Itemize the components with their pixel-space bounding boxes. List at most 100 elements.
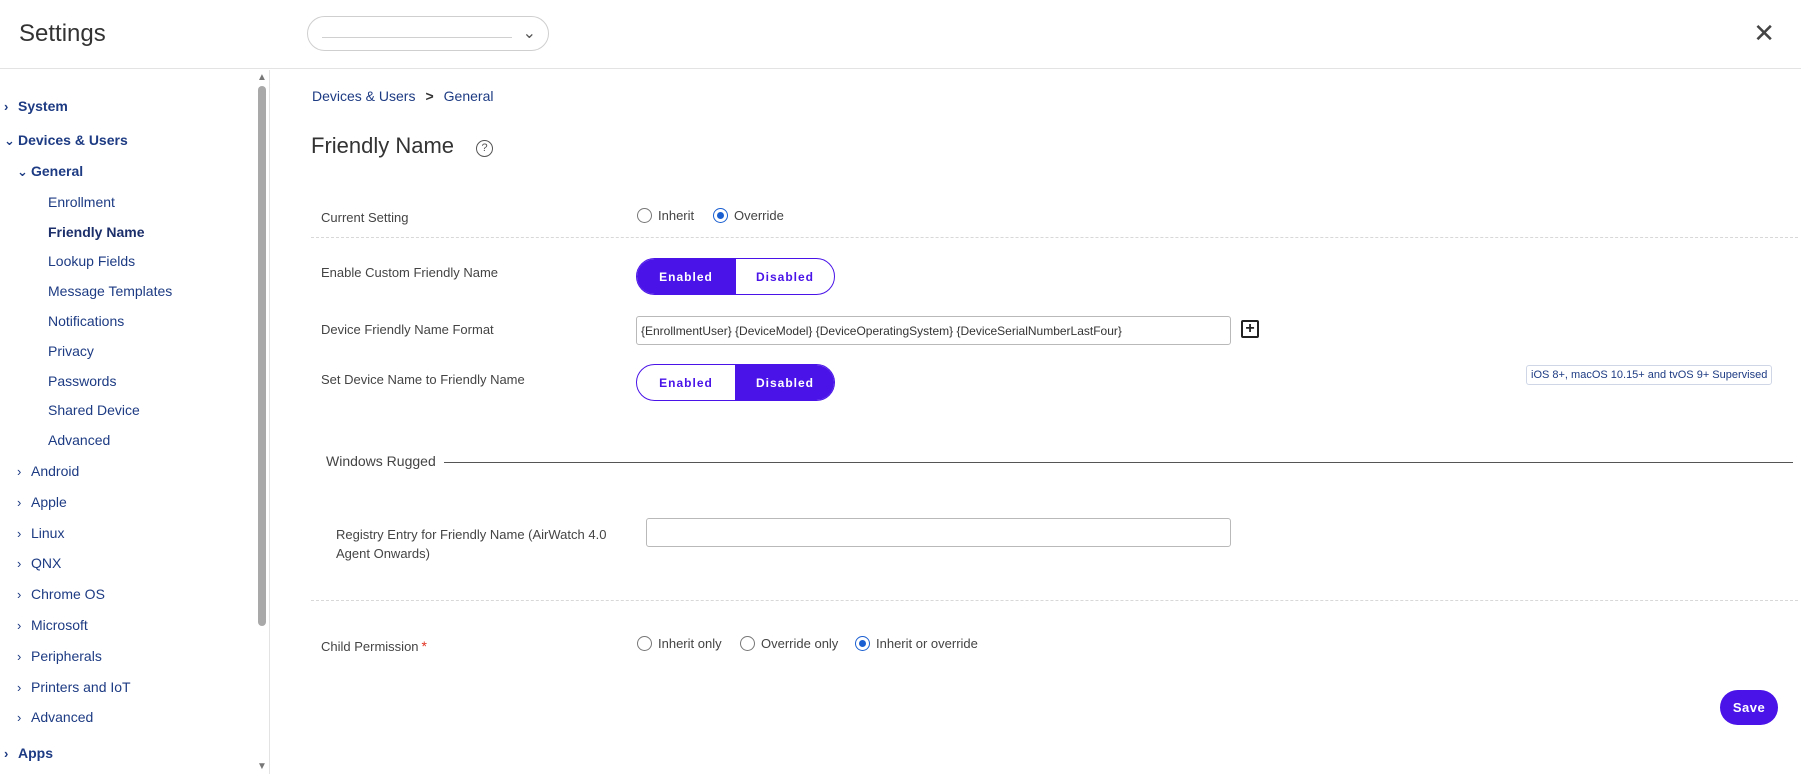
current-setting-label: Current Setting bbox=[321, 210, 409, 225]
chevron-right-icon: › bbox=[17, 526, 22, 541]
sidebar-item-system[interactable]: › System bbox=[4, 98, 68, 114]
windows-rugged-section-title: Windows Rugged bbox=[326, 453, 436, 469]
set-device-name-enabled-button[interactable]: Enabled bbox=[637, 365, 735, 400]
sidebar-item-general[interactable]: ⌄ General bbox=[17, 163, 83, 180]
radio-label: Inherit or override bbox=[876, 636, 978, 651]
sidebar-item-devices-users[interactable]: ⌄ Devices & Users bbox=[4, 132, 128, 149]
radio-label: Override only bbox=[761, 636, 839, 651]
sidebar-item-label: Microsoft bbox=[31, 617, 88, 633]
friendly-name-format-input[interactable]: {EnrollmentUser} {DeviceModel} {DeviceOp… bbox=[636, 316, 1231, 345]
add-lookup-icon[interactable]: + bbox=[1241, 320, 1259, 338]
chevron-right-icon: › bbox=[17, 464, 22, 479]
sidebar-item-notifications[interactable]: Notifications bbox=[48, 313, 124, 329]
chevron-right-icon: › bbox=[4, 746, 9, 761]
page-title: Friendly Name bbox=[311, 133, 455, 158]
radio-inherit-or-override[interactable]: Inherit or override bbox=[855, 636, 978, 651]
sidebar-item-printers-iot[interactable]: › Printers and IoT bbox=[17, 679, 131, 695]
chevron-right-icon: › bbox=[17, 618, 22, 633]
settings-sidebar: › System ⌄ Devices & Users ⌄ General Enroll… bbox=[0, 70, 270, 774]
enable-custom-disabled-button[interactable]: Disabled bbox=[735, 259, 834, 294]
divider bbox=[311, 237, 1798, 238]
registry-entry-label-line2: Agent Onwards) bbox=[336, 546, 430, 561]
close-icon[interactable]: ✕ bbox=[1753, 20, 1775, 46]
divider bbox=[311, 600, 1798, 601]
sidebar-item-label: Apple bbox=[31, 494, 67, 510]
set-device-name-label: Set Device Name to Friendly Name bbox=[321, 372, 525, 387]
sidebar-item-label: Peripherals bbox=[31, 648, 102, 664]
chevron-right-icon: › bbox=[4, 99, 9, 114]
sidebar-item-friendly-name[interactable]: Friendly Name bbox=[48, 224, 144, 240]
radio-inherit-only[interactable]: Inherit only bbox=[637, 636, 722, 651]
radio-override-only[interactable]: Override only bbox=[740, 636, 838, 651]
sidebar-item-peripherals[interactable]: › Peripherals bbox=[17, 648, 102, 664]
sidebar-item-shared-device[interactable]: Shared Device bbox=[48, 402, 140, 418]
sidebar-item-android[interactable]: › Android bbox=[17, 463, 79, 479]
scrollbar-thumb[interactable] bbox=[258, 86, 266, 626]
breadcrumb-parent[interactable]: Devices & Users bbox=[312, 88, 415, 104]
radio-label: Override bbox=[734, 208, 784, 223]
sidebar-item-privacy[interactable]: Privacy bbox=[48, 343, 94, 359]
breadcrumb-current[interactable]: General bbox=[444, 88, 494, 104]
help-icon[interactable]: ? bbox=[476, 140, 493, 157]
sidebar-item-label: Android bbox=[31, 463, 80, 479]
sidebar-scrollbar[interactable]: ▲ ▼ bbox=[256, 70, 268, 774]
set-device-name-toggle: Enabled Disabled bbox=[636, 364, 835, 401]
chevron-down-icon: ⌄ bbox=[17, 164, 28, 179]
radio-inherit[interactable]: Inherit bbox=[637, 208, 694, 223]
sidebar-item-message-templates[interactable]: Message Templates bbox=[48, 283, 172, 299]
radio-label: Inherit bbox=[658, 208, 695, 223]
sidebar-item-apple[interactable]: › Apple bbox=[17, 494, 67, 510]
chevron-right-icon: › bbox=[17, 710, 22, 725]
registry-entry-label-line1: Registry Entry for Friendly Name (AirWat… bbox=[336, 527, 607, 542]
radio-circle bbox=[637, 208, 652, 223]
sidebar-item-label: System bbox=[18, 98, 68, 114]
chevron-down-icon: ⌄ bbox=[522, 25, 536, 42]
section-divider bbox=[444, 462, 1793, 463]
sidebar-item-apps[interactable]: › Apps bbox=[4, 745, 53, 761]
radio-label: Inherit only bbox=[658, 636, 722, 651]
radio-circle-selected bbox=[855, 636, 870, 651]
required-marker: * bbox=[421, 638, 427, 654]
sidebar-item-linux[interactable]: › Linux bbox=[17, 525, 64, 541]
registry-entry-input[interactable] bbox=[646, 518, 1231, 547]
sidebar-item-label: QNX bbox=[31, 555, 62, 571]
chevron-down-icon: ⌄ bbox=[4, 133, 15, 148]
sidebar-item-label: Devices & Users bbox=[18, 132, 128, 148]
radio-circle bbox=[637, 636, 652, 651]
sidebar-item-qnx[interactable]: › QNX bbox=[17, 555, 61, 571]
settings-header: Settings ⌄ ✕ bbox=[0, 0, 1801, 69]
scroll-up-icon[interactable]: ▲ bbox=[257, 72, 267, 83]
child-permission-label: Child Permission * bbox=[321, 638, 427, 654]
registry-entry-label: Registry Entry for Friendly Name (AirWat… bbox=[336, 525, 606, 563]
sidebar-item-label: Printers and IoT bbox=[31, 679, 131, 695]
chevron-right-icon: › bbox=[17, 587, 22, 602]
sidebar-item-advanced[interactable]: › Advanced bbox=[17, 709, 93, 725]
sidebar-item-advanced-general[interactable]: Advanced bbox=[48, 432, 110, 448]
sidebar-item-label: Linux bbox=[31, 525, 65, 541]
org-select-value bbox=[322, 37, 512, 38]
child-permission-text: Child Permission bbox=[321, 639, 419, 654]
sidebar-item-enrollment[interactable]: Enrollment bbox=[48, 194, 115, 210]
sidebar-item-microsoft[interactable]: › Microsoft bbox=[17, 617, 88, 633]
save-button[interactable]: Save bbox=[1720, 690, 1778, 725]
friendly-name-format-label: Device Friendly Name Format bbox=[321, 322, 494, 337]
radio-circle bbox=[740, 636, 755, 651]
platform-support-badge: iOS 8+, macOS 10.15+ and tvOS 9+ Supervi… bbox=[1526, 365, 1773, 385]
breadcrumb-separator-icon: > bbox=[425, 88, 434, 104]
scroll-down-icon[interactable]: ▼ bbox=[257, 761, 267, 772]
page-header-title: Settings bbox=[19, 20, 106, 47]
sidebar-item-lookup-fields[interactable]: Lookup Fields bbox=[48, 253, 135, 269]
organization-group-select[interactable]: ⌄ bbox=[307, 16, 549, 51]
sidebar-item-label: Chrome OS bbox=[31, 586, 105, 602]
enable-custom-friendly-name-label: Enable Custom Friendly Name bbox=[321, 265, 499, 280]
chevron-right-icon: › bbox=[17, 495, 22, 510]
radio-circle-selected bbox=[713, 208, 728, 223]
enable-custom-enabled-button[interactable]: Enabled bbox=[637, 259, 735, 294]
sidebar-item-label: Advanced bbox=[31, 709, 94, 725]
radio-override[interactable]: Override bbox=[713, 208, 784, 223]
set-device-name-disabled-button[interactable]: Disabled bbox=[735, 365, 834, 400]
sidebar-item-label: General bbox=[31, 163, 84, 179]
sidebar-item-chrome-os[interactable]: › Chrome OS bbox=[17, 586, 105, 602]
sidebar-item-passwords[interactable]: Passwords bbox=[48, 373, 116, 389]
sidebar-item-label: Apps bbox=[18, 745, 53, 761]
